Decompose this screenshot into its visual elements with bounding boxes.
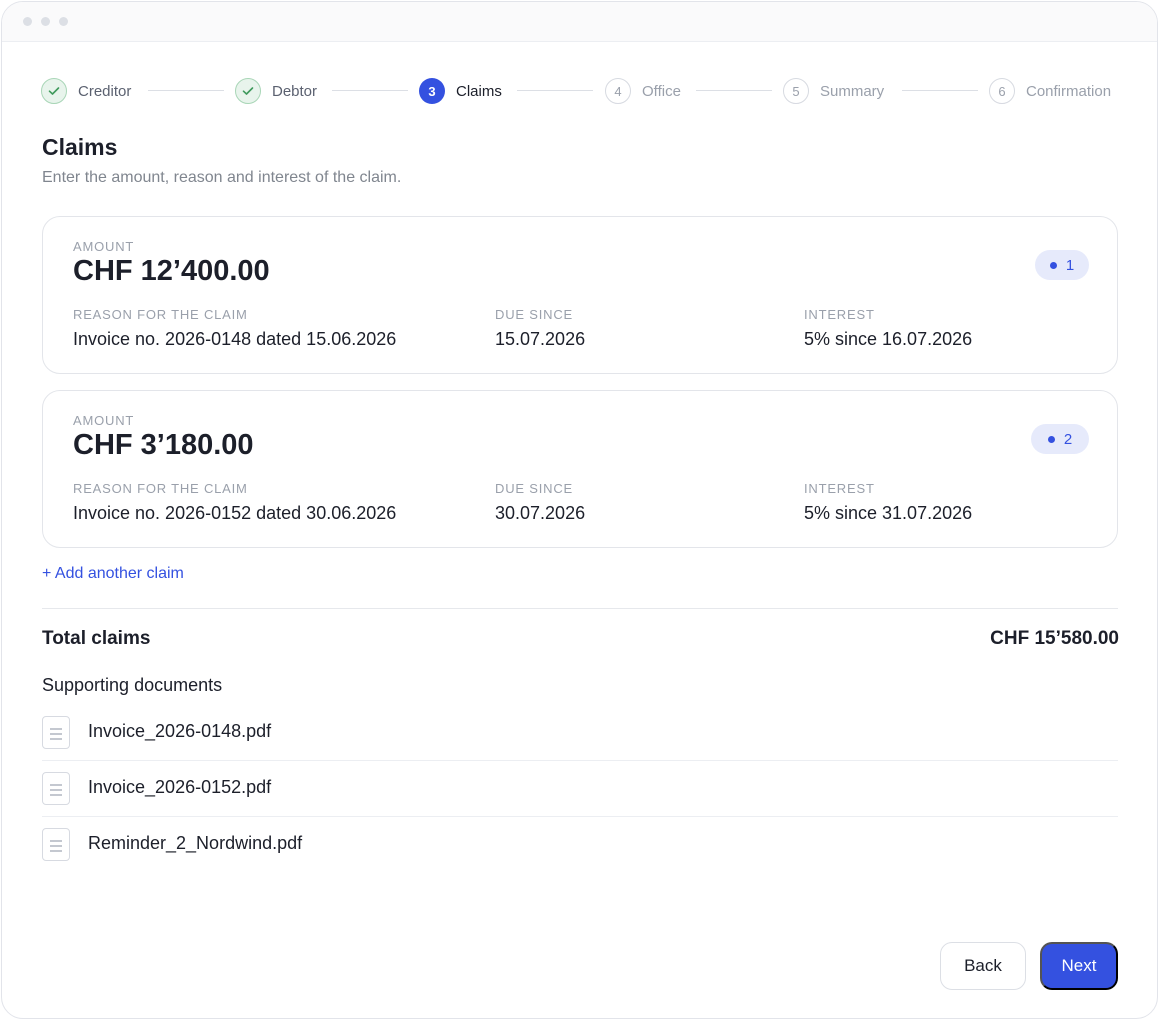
claim-due-date: 30.07.2026: [495, 503, 586, 523]
row-divider: [42, 760, 1118, 761]
step-office[interactable]: 4 Office: [605, 77, 681, 105]
page-subtitle: Enter the amount, reason and interest of…: [42, 169, 402, 186]
claim-reason: Invoice no. 2026-0148 dated 15.06.2026: [73, 329, 397, 349]
step-number: 6: [989, 78, 1015, 104]
badge-dot-icon: [1049, 261, 1057, 269]
document-name: Reminder_2_Nordwind.pdf: [88, 833, 303, 853]
badge-dot-icon: [1047, 435, 1055, 443]
step-connector: [902, 90, 978, 91]
row-divider: [42, 816, 1118, 817]
section-divider: [42, 608, 1118, 609]
check-icon: [41, 78, 67, 104]
step-confirmation[interactable]: 6 Confirmation: [989, 77, 1111, 105]
step-debtor[interactable]: Debtor: [235, 77, 317, 105]
step-connector: [696, 90, 772, 91]
step-claims[interactable]: 3 Claims: [419, 77, 502, 105]
reason-label: REASON FOR THE CLAIM: [73, 307, 248, 322]
documents-title: Supporting documents: [42, 675, 223, 695]
window-dot: [59, 17, 68, 26]
step-number: 4: [605, 78, 631, 104]
step-summary[interactable]: 5 Summary: [783, 77, 884, 105]
document-name: Invoice_2026-0152.pdf: [88, 777, 272, 797]
badge-number: 1: [1065, 256, 1075, 274]
reason-label: REASON FOR THE CLAIM: [73, 481, 248, 496]
window-dot: [23, 17, 32, 26]
step-label: Office: [642, 82, 681, 100]
document-icon: [42, 772, 70, 805]
step-number: 5: [783, 78, 809, 104]
total-claims-value: CHF 15’580.00: [990, 628, 1119, 649]
amount-label: AMOUNT: [73, 413, 135, 428]
interest-label: INTEREST: [804, 481, 875, 496]
document-row[interactable]: Reminder_2_Nordwind.pdf: [42, 828, 1118, 884]
back-button[interactable]: Back: [940, 942, 1026, 990]
add-claim-link[interactable]: + Add another claim: [42, 565, 184, 583]
document-icon: [42, 828, 70, 861]
step-number: 3: [419, 78, 445, 104]
step-label: Claims: [456, 82, 502, 100]
claim-amount: CHF 3’180.00: [73, 429, 254, 461]
step-label: Debtor: [272, 82, 318, 100]
claim-card[interactable]: AMOUNT CHF 3’180.00 2 REASON FOR THE CLA…: [42, 390, 1118, 548]
step-label: Creditor: [78, 82, 132, 100]
amount-label: AMOUNT: [73, 239, 135, 254]
due-label: DUE SINCE: [495, 481, 573, 496]
claim-amount: CHF 12’400.00: [73, 255, 270, 287]
document-name: Invoice_2026-0148.pdf: [88, 721, 272, 741]
step-creditor[interactable]: Creditor: [41, 77, 131, 105]
claim-card[interactable]: AMOUNT CHF 12’400.00 1 REASON FOR THE CL…: [42, 216, 1118, 374]
document-icon: [42, 716, 70, 749]
step-connector: [517, 90, 593, 91]
step-label: Summary: [820, 82, 885, 100]
check-icon: [235, 78, 261, 104]
claim-number-badge: 1: [1035, 250, 1089, 280]
document-row[interactable]: Invoice_2026-0148.pdf: [42, 716, 1118, 772]
badge-number: 2: [1063, 430, 1073, 448]
claim-interest: 5% since 16.07.2026: [804, 329, 973, 349]
step-connector: [332, 90, 408, 91]
interest-label: INTEREST: [804, 307, 875, 322]
total-claims-label: Total claims: [42, 628, 151, 649]
next-button[interactable]: Next: [1040, 942, 1118, 990]
progress-stepper: Creditor Debtor 3 Claims 4 Office 5 Summ…: [41, 77, 1118, 105]
claim-interest: 5% since 31.07.2026: [804, 503, 973, 523]
window-titlebar: [2, 2, 1157, 42]
claim-number-badge: 2: [1031, 424, 1089, 454]
step-label: Confirmation: [1026, 82, 1112, 100]
claim-due-date: 15.07.2026: [495, 329, 586, 349]
page-title: Claims: [42, 134, 118, 160]
step-connector: [148, 90, 224, 91]
claim-reason: Invoice no. 2026-0152 dated 30.06.2026: [73, 503, 397, 523]
due-label: DUE SINCE: [495, 307, 573, 322]
window-dot: [41, 17, 50, 26]
document-row[interactable]: Invoice_2026-0152.pdf: [42, 772, 1118, 828]
